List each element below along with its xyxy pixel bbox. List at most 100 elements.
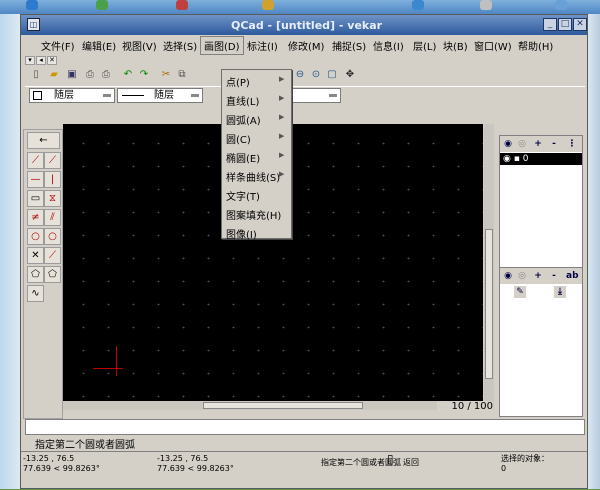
menu-snap[interactable]: 捕捉(S)	[332, 38, 366, 53]
relative-angle-tool-icon[interactable]: ⟋	[44, 247, 61, 264]
parallel-tool-icon[interactable]: ⫽	[44, 209, 61, 226]
menu-item-text[interactable]: 文字(T)	[226, 188, 260, 203]
rectangle-tool-icon[interactable]: ▭	[27, 190, 44, 207]
menu-item-circle[interactable]: 圆(C)	[226, 131, 251, 146]
title-bar[interactable]: ◫ QCad - [untitled] - vekar _ □ ✕	[21, 15, 587, 35]
arrow-right-icon: ▶	[279, 113, 285, 121]
back-arrow-icon[interactable]: ←	[27, 132, 60, 149]
desktop-icon[interactable]	[480, 0, 492, 10]
abs-polar: 77.639 < 99.8263°	[23, 464, 100, 473]
add-block-icon[interactable]: +	[532, 270, 544, 282]
menu-help[interactable]: 帮助(H)	[518, 38, 553, 53]
print-preview-icon[interactable]: ⎙	[99, 68, 113, 82]
menu-edit[interactable]: 编辑(E)	[82, 38, 116, 53]
selected-label: 选择的对象：	[501, 454, 549, 463]
line-tool-icon[interactable]: ⟋	[27, 152, 44, 169]
zoom-auto-icon[interactable]: ⊙	[309, 68, 323, 82]
copy-icon[interactable]: ⧉	[175, 68, 189, 82]
menu-item-point[interactable]: 点(P)	[226, 74, 250, 89]
mdi-minimize-button[interactable]: ◂	[36, 56, 46, 65]
rename-block-icon[interactable]: ab	[566, 270, 579, 282]
insert-block-icon[interactable]: ⤓	[554, 286, 566, 298]
line-vertical-tool-icon[interactable]: |	[44, 171, 61, 188]
menu-block[interactable]: 块(B)	[443, 38, 468, 53]
new-file-icon[interactable]: ▯	[29, 68, 43, 82]
menu-info[interactable]: 信息(I)	[373, 38, 404, 53]
eye-hidden-icon[interactable]: ◎	[516, 138, 528, 150]
line-angle-tool-icon[interactable]: ⟋	[44, 152, 61, 169]
mdi-close-button[interactable]: ✕	[47, 56, 57, 65]
polygon-tool-icon[interactable]: ⧖	[44, 190, 61, 207]
zoom-window-icon[interactable]: ▢	[325, 68, 339, 82]
eye-icon[interactable]: ◉	[502, 138, 514, 150]
edit-block-icon[interactable]: ✎	[514, 286, 526, 298]
app-icon[interactable]: ◫	[27, 18, 40, 31]
desktop-icon[interactable]	[555, 0, 567, 10]
layer-toolbar: ◉ ◎ + - ⋮	[500, 136, 582, 152]
qcad-window: ◫ QCad - [untitled] - vekar _ □ ✕ 文件(F) …	[20, 14, 588, 489]
mdi-restore-button[interactable]: ▾	[25, 56, 35, 65]
menu-item-ellipse[interactable]: 椭圆(E)	[226, 150, 260, 165]
save-icon[interactable]: ▣	[65, 68, 79, 82]
desktop-icon[interactable]	[176, 0, 188, 10]
width-swatch	[122, 95, 144, 96]
menu-dimension[interactable]: 标注(I)	[247, 38, 278, 53]
width-combo[interactable]: 随层	[117, 88, 203, 103]
eye-icon[interactable]: ◉	[502, 270, 514, 282]
pan-icon[interactable]: ✥	[343, 68, 357, 82]
line-horizontal-tool-icon[interactable]: —	[27, 171, 44, 188]
menu-select[interactable]: 选择(S)	[163, 38, 197, 53]
desktop-icon[interactable]	[412, 0, 424, 10]
scroll-thumb[interactable]	[485, 229, 493, 379]
color-combo[interactable]: 随层	[29, 88, 115, 103]
close-button[interactable]: ✕	[573, 18, 587, 31]
minimize-button[interactable]: _	[543, 18, 557, 31]
lock-icon[interactable]: ▪	[514, 154, 520, 164]
layer-name: 0	[522, 154, 529, 164]
eye-icon[interactable]: ◉	[503, 154, 511, 164]
menu-item-line[interactable]: 直线(L)	[226, 93, 259, 108]
command-input[interactable]	[25, 419, 585, 435]
draw-menu-dropdown: 点(P) ▶ 直线(L) ▶ 圆弧(A) ▶ 圆(C) ▶ 椭圆(E) ▶ 样条…	[221, 69, 292, 241]
zoom-out-icon[interactable]: ⊖	[293, 68, 307, 82]
eye-hidden-icon[interactable]: ◎	[516, 270, 528, 282]
layer-row[interactable]: ◉ ▪ 0	[500, 153, 582, 165]
status-bar: -13.25 , 76.5 77.639 < 99.8263° -13.25 ,…	[21, 451, 587, 490]
pentagon-tool-icon[interactable]: ⬠	[27, 266, 44, 283]
menu-item-arc[interactable]: 圆弧(A)	[226, 112, 261, 127]
scroll-thumb[interactable]	[203, 402, 363, 409]
menu-modify[interactable]: 修改(M)	[288, 38, 324, 53]
tangent-two-circles-icon[interactable]: ○	[44, 228, 61, 245]
orthogonal-tool-icon[interactable]: ✕	[27, 247, 44, 264]
menu-window[interactable]: 窗口(W)	[474, 38, 512, 53]
remove-block-icon[interactable]: -	[548, 270, 560, 282]
tangent-tool-icon[interactable]: ○	[27, 228, 44, 245]
cut-icon[interactable]: ✂	[159, 68, 173, 82]
remove-layer-icon[interactable]: -	[548, 138, 560, 150]
menu-item-hatch[interactable]: 图案填充(H)	[226, 207, 281, 222]
redo-icon[interactable]: ↷	[137, 68, 151, 82]
block-list-panel: ◉ ◎ + - ab ✎ ⤓	[499, 267, 583, 417]
horizontal-scrollbar[interactable]	[63, 401, 437, 410]
edit-layer-icon[interactable]: ⋮	[566, 138, 578, 150]
desktop-icon[interactable]	[26, 0, 38, 10]
polygon-corner-tool-icon[interactable]: ⬠	[44, 266, 61, 283]
menu-item-image[interactable]: 图像(I)	[226, 226, 257, 241]
desktop-icon[interactable]	[262, 0, 274, 10]
menu-item-spline[interactable]: 样条曲线(S)	[226, 169, 280, 184]
print-icon[interactable]: ⎙	[83, 68, 97, 82]
open-file-icon[interactable]: ▰	[47, 68, 61, 82]
vertical-scrollbar[interactable]	[484, 124, 494, 410]
maximize-button[interactable]: □	[558, 18, 572, 31]
undo-icon[interactable]: ↶	[121, 68, 135, 82]
add-layer-icon[interactable]: +	[532, 138, 544, 150]
menu-file[interactable]: 文件(F)	[41, 38, 75, 53]
bisector-tool-icon[interactable]: ≠	[27, 209, 44, 226]
menu-bar: 文件(F) 编辑(E) 视图(V) 选择(S) 画图(D) 标注(I) 修改(M…	[21, 35, 587, 55]
command-prompt: 指定第二个圆或者圆弧	[35, 440, 135, 451]
menu-draw[interactable]: 画图(D)	[200, 36, 244, 55]
menu-layer[interactable]: 层(L)	[413, 38, 436, 53]
desktop-icon[interactable]	[96, 0, 108, 10]
freehand-tool-icon[interactable]: ∿	[27, 285, 44, 302]
menu-view[interactable]: 视图(V)	[122, 38, 157, 53]
